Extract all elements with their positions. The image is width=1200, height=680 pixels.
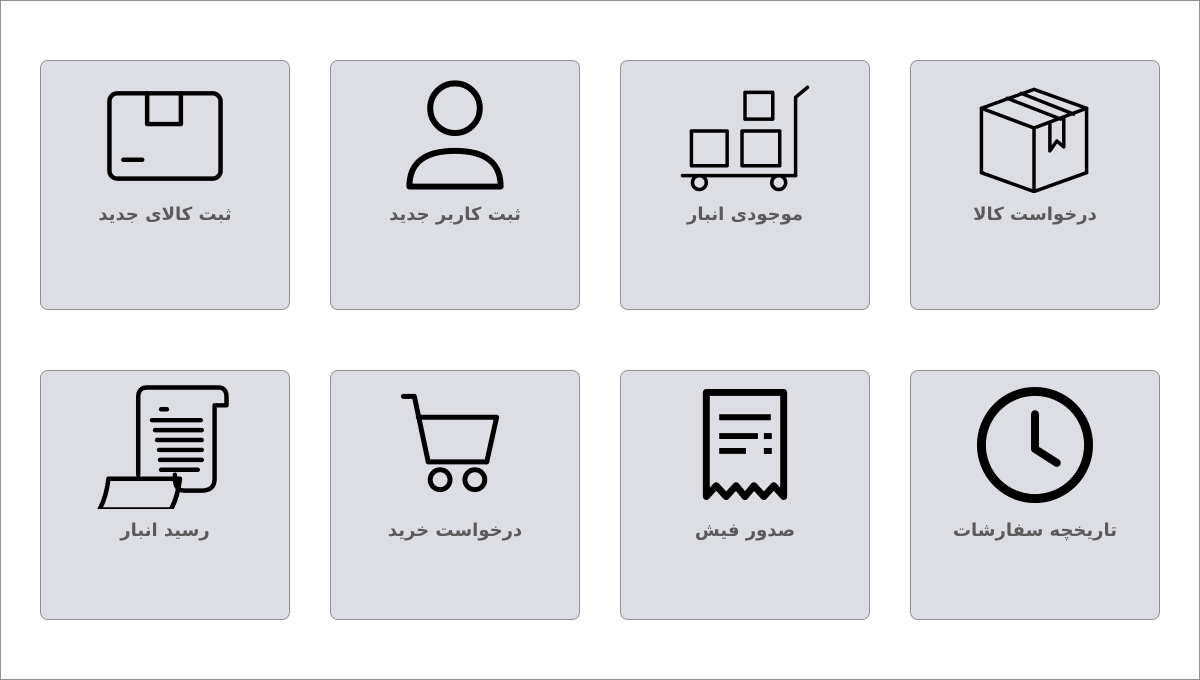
tile-purchase-request[interactable]: درخواست خرید (330, 370, 580, 620)
tile-order-history[interactable]: تاریخچه سفارشات (910, 370, 1160, 620)
tile-label: درخواست خرید (387, 520, 523, 541)
tile-label: ثبت کالای جدید (98, 204, 232, 225)
user-icon (406, 80, 504, 190)
tile-label: رسید انبار (120, 520, 210, 541)
tile-new-item[interactable]: ثبت کالای جدید (40, 60, 290, 310)
tile-label: تاریخچه سفارشات (952, 520, 1118, 541)
hand-truck-icon (680, 85, 810, 192)
dashboard-page: درخواست کالا موجودی انبار ثبت کاربر جدید (0, 0, 1200, 680)
package-icon (107, 91, 223, 181)
tile-item-request[interactable]: درخواست کالا (910, 60, 1160, 310)
box-icon (979, 87, 1089, 193)
clock-icon (976, 386, 1094, 504)
receipt-icon (702, 388, 788, 501)
tile-inventory[interactable]: موجودی انبار (620, 60, 870, 310)
tile-warehouse-receipt[interactable]: رسید انبار (40, 370, 290, 620)
scroll-receipt-icon (97, 385, 229, 509)
tile-issue-receipt[interactable]: صدور فیش (620, 370, 870, 620)
shopping-cart-icon (400, 393, 500, 493)
tile-label: درخواست کالا (973, 204, 1097, 225)
tile-label: ثبت کاربر جدید (389, 204, 521, 225)
tile-label: موجودی انبار (686, 204, 804, 225)
tile-new-user[interactable]: ثبت کاربر جدید (330, 60, 580, 310)
tile-label: صدور فیش (694, 520, 796, 541)
